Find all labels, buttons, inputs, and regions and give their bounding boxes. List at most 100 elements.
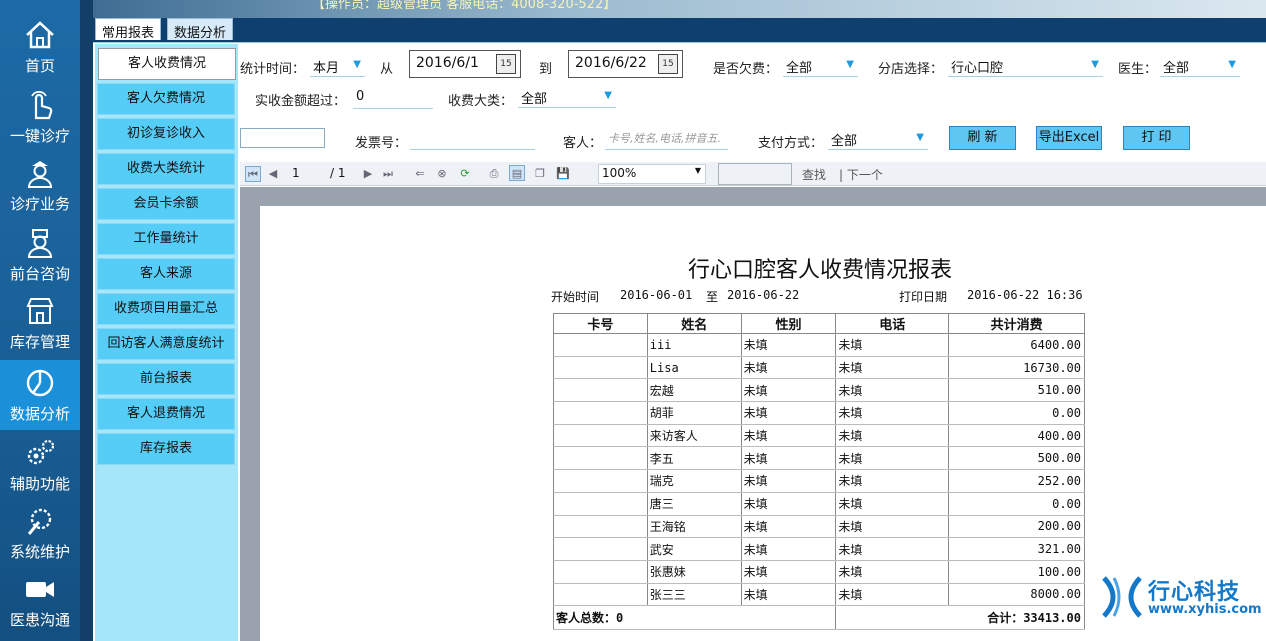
report-item-front-desk[interactable]: 前台报表 [97, 363, 235, 395]
cell-gender: 未填 [740, 446, 837, 471]
cell-card [553, 446, 648, 471]
start-date: 2016-06-01 [620, 288, 693, 302]
print-date: 2016-06-22 16:36 [967, 288, 1083, 302]
nav-treatment[interactable]: 诊疗业务 [0, 150, 80, 220]
report-item-member-balance[interactable]: 会员卡余额 [97, 188, 235, 220]
cell-name: 唐三 [646, 492, 742, 516]
arrears-label: 是否欠费： [713, 62, 779, 77]
report-item-refunds[interactable]: 客人退费情况 [97, 398, 235, 430]
report-table: 卡号 姓名 性别 电话 共计消费 iii 未填 未填 6400.00 Lisa 未填 未填 1… [552, 313, 1085, 631]
doctor-icon [27, 161, 53, 188]
brand-logo: 行心科技 www.xyhis.com [1100, 572, 1262, 622]
cell-gender: 未填 [740, 378, 837, 403]
find-next-button[interactable]: | 下一个 [839, 166, 883, 183]
printer-icon[interactable]: ⎙ [486, 166, 502, 182]
page-number-input[interactable]: 1 [292, 166, 300, 180]
table-row: 胡菲 未填 未填 0.00 [553, 401, 1085, 425]
cell-name: 王海铭 [646, 515, 742, 539]
nav-label: 医患沟通 [9, 611, 70, 629]
nav-communication[interactable]: 医患沟通 [0, 566, 80, 636]
tab-common-reports[interactable]: 常用报表 [95, 18, 162, 41]
card-number-input[interactable] [240, 128, 325, 148]
find-button[interactable]: 查找 [802, 166, 826, 183]
invoice-label: 发票号： [355, 136, 408, 151]
report-item-item-usage[interactable]: 收费项目用量汇总 [97, 293, 235, 325]
refresh-view-icon[interactable]: ⟳ [457, 166, 473, 182]
prev-page-icon[interactable]: ◀ [265, 166, 281, 182]
dropdown-arrow-icon: ▼ [916, 132, 924, 143]
report-item-customer-source[interactable]: 客人来源 [97, 258, 235, 290]
next-page-icon[interactable]: ▶ [360, 166, 376, 182]
start-label: 开始时间 [551, 290, 600, 304]
invoice-input[interactable] [410, 128, 535, 150]
store-icon [26, 298, 54, 324]
pointer-hand-icon [31, 90, 53, 120]
cell-gender: 未填 [740, 333, 837, 357]
nav-front-desk[interactable]: 前台咨询 [0, 220, 80, 290]
report-item-arrears[interactable]: 客人欠费情况 [97, 83, 235, 115]
nav-data-analysis[interactable]: 数据分析 [0, 360, 80, 430]
category-label: 收费大类： [448, 94, 514, 109]
last-page-icon[interactable]: ⏭ [380, 166, 396, 182]
page-setup-icon[interactable]: ❐ [532, 166, 548, 182]
cell-card [553, 378, 648, 403]
report-item-first-return-income[interactable]: 初诊复诊收入 [97, 118, 235, 150]
cell-name: 瑞克 [646, 469, 742, 493]
report-item-satisfaction[interactable]: 回访客人满意度统计 [97, 328, 235, 360]
export-excel-button[interactable]: 导出Excel [1036, 126, 1102, 150]
report-item-customer-charges[interactable]: 客人收费情况 [98, 48, 236, 80]
customer-search-input[interactable]: 卡号,姓名,电话,拼音五. [605, 128, 728, 150]
cell-card [553, 492, 648, 516]
cell-card [553, 333, 648, 357]
cell-phone: 未填 [835, 583, 950, 607]
cell-phone: 未填 [835, 378, 950, 403]
period-select[interactable]: 本月 ▼ [310, 55, 365, 77]
amount-input[interactable]: 0 [353, 87, 433, 109]
cell-phone: 未填 [835, 515, 950, 539]
payment-select[interactable]: 全部 ▼ [828, 128, 928, 150]
cell-phone: 未填 [835, 560, 950, 584]
category-select[interactable]: 全部 ▼ [518, 86, 616, 108]
refresh-button[interactable]: 刷 新 [949, 126, 1016, 150]
cell-name: 张三三 [646, 583, 742, 607]
report-item-inventory[interactable]: 库存报表 [97, 433, 235, 465]
table-row: 来访客人 未填 未填 400.00 [553, 424, 1085, 448]
calendar-icon[interactable]: 15 [496, 54, 516, 74]
col-name: 姓名 [646, 313, 742, 334]
print-button[interactable]: 打 印 [1123, 126, 1190, 150]
amount-label: 实收金额超过： [255, 94, 347, 109]
page-layout-icon[interactable]: ▤ [509, 165, 525, 181]
from-date-input[interactable]: 2016/6/1 15 [409, 50, 521, 78]
branch-select[interactable]: 行心口腔 ▼ [948, 55, 1103, 77]
cell-name: 武安 [646, 537, 742, 561]
report-item-workload[interactable]: 工作量统计 [97, 223, 235, 255]
table-row: 瑞克 未填 未填 252.00 [553, 469, 1085, 493]
nav-system[interactable]: 系统维护 [0, 498, 80, 568]
to-date-input[interactable]: 2016/6/22 15 [568, 50, 683, 78]
table-row: 唐三 未填 未填 0.00 [553, 492, 1085, 516]
dropdown-arrow-icon: ▼ [1228, 59, 1236, 70]
period-label: 统计时间： [240, 62, 306, 77]
back-icon[interactable]: ⇐ [412, 166, 428, 182]
doctor-select[interactable]: 全部 ▼ [1160, 55, 1240, 77]
calendar-icon[interactable]: 15 [658, 54, 678, 74]
customer-count: 客人总数：0 [552, 605, 837, 631]
nav-label: 前台咨询 [9, 265, 70, 283]
stop-icon[interactable]: ⊗ [434, 166, 450, 182]
nav-auxiliary[interactable]: 辅助功能 [0, 430, 80, 500]
arrears-select[interactable]: 全部 ▼ [783, 55, 858, 77]
to-label-report: 至 [706, 290, 719, 304]
cell-name: iii [646, 333, 742, 357]
export-save-icon[interactable]: 💾 [555, 166, 571, 182]
tab-data-analysis[interactable]: 数据分析 [167, 18, 234, 41]
report-item-category-stats[interactable]: 收费大类统计 [97, 153, 235, 185]
customer-label: 客人： [563, 136, 603, 151]
cell-card [553, 515, 648, 539]
zoom-select[interactable]: 100% ▼ [598, 164, 706, 184]
nav-home[interactable]: 首页 [0, 12, 80, 82]
to-label: 到 [539, 62, 553, 77]
find-input[interactable] [718, 163, 792, 185]
nav-one-click[interactable]: 一键诊疗 [0, 82, 80, 152]
nav-inventory[interactable]: 库存管理 [0, 288, 80, 358]
first-page-icon[interactable]: ⏮ [245, 166, 261, 182]
